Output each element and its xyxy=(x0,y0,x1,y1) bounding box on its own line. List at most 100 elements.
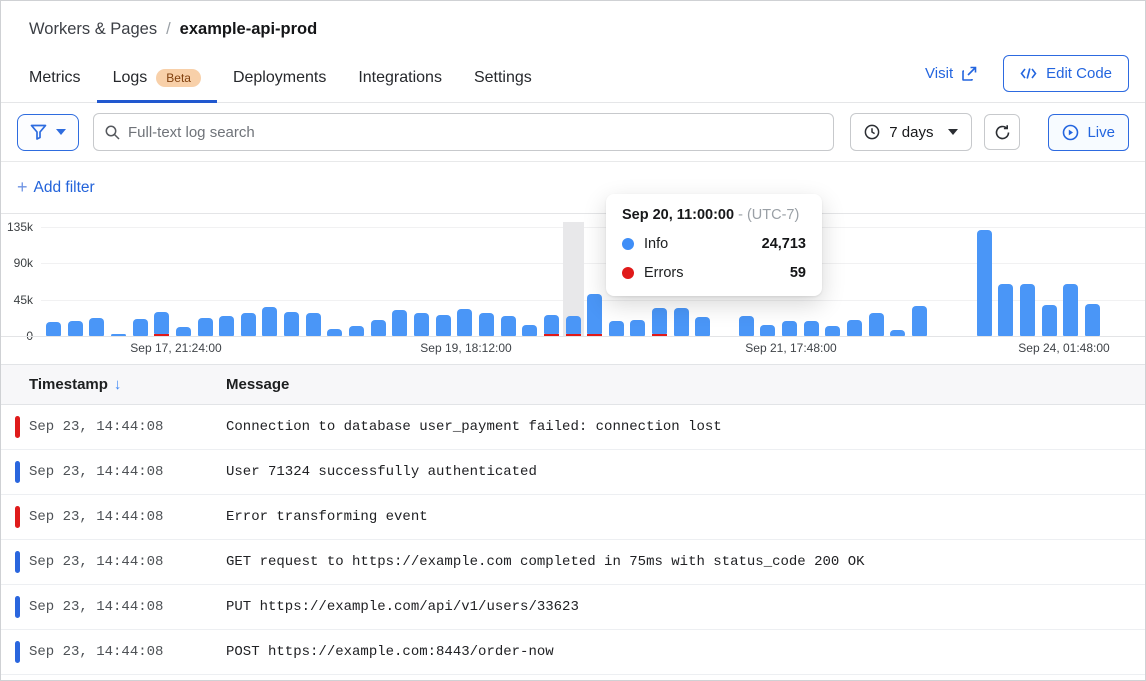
legend-dot-icon xyxy=(622,238,634,250)
chart-bar[interactable] xyxy=(371,320,386,336)
chart-bar[interactable] xyxy=(804,321,819,336)
edit-code-button[interactable]: Edit Code xyxy=(1003,55,1129,92)
breadcrumb-separator: / xyxy=(166,20,171,38)
chart-bar[interactable] xyxy=(587,294,602,336)
bar-info-segment xyxy=(1063,284,1078,336)
chart-bar[interactable] xyxy=(609,321,624,336)
chart-bar[interactable] xyxy=(501,316,516,336)
tab-settings[interactable]: Settings xyxy=(458,55,548,102)
chart-bar[interactable] xyxy=(68,321,83,336)
legend-dot-icon xyxy=(622,267,634,279)
search-input[interactable] xyxy=(128,124,822,141)
chart-bar[interactable] xyxy=(1063,284,1078,336)
chart-bar[interactable] xyxy=(306,313,321,336)
chart-bar[interactable] xyxy=(219,316,234,336)
tabs: MetricsLogsBetaDeploymentsIntegrations Se… xyxy=(13,55,548,102)
log-level-indicator-error xyxy=(15,416,20,438)
visit-link[interactable]: Visit xyxy=(925,65,977,82)
bar-info-segment xyxy=(609,321,624,336)
add-filter-button[interactable]: + Add filter xyxy=(17,177,95,198)
chart-bar[interactable] xyxy=(349,326,364,336)
chart-bar[interactable] xyxy=(977,230,992,336)
add-filter-label: Add filter xyxy=(34,179,95,197)
tab-deployments[interactable]: Deployments xyxy=(217,55,342,102)
filter-dropdown-button[interactable] xyxy=(17,114,79,151)
refresh-icon xyxy=(994,124,1011,141)
chart-bar[interactable] xyxy=(890,330,905,336)
chart-bar[interactable] xyxy=(912,306,927,336)
time-range-dropdown[interactable]: 7 days xyxy=(850,113,972,151)
log-message: User 71324 successfully authenticated xyxy=(226,464,537,480)
chart-bar[interactable] xyxy=(630,320,645,336)
chart-bar[interactable] xyxy=(89,318,104,336)
visit-label: Visit xyxy=(925,65,953,82)
bar-info-segment xyxy=(133,319,148,336)
chart-bar[interactable] xyxy=(133,319,148,336)
bar-info-segment xyxy=(46,322,61,336)
chart-bar[interactable] xyxy=(46,322,61,336)
chart-bar[interactable] xyxy=(782,321,797,336)
chart-bar[interactable] xyxy=(1042,305,1057,336)
log-timestamp: Sep 23, 14:44:08 xyxy=(29,554,163,570)
chart-bar[interactable] xyxy=(652,308,667,336)
chart-bar[interactable] xyxy=(674,308,689,336)
tooltip-series-label: Info xyxy=(644,236,668,252)
log-row[interactable]: Sep 23, 14:44:08PUT https://example.com/… xyxy=(1,585,1145,630)
chart-bar[interactable] xyxy=(154,312,169,336)
chart-bar[interactable] xyxy=(392,310,407,336)
chart-bar[interactable] xyxy=(695,317,710,336)
chart-bar[interactable] xyxy=(198,318,213,336)
chart-bar[interactable] xyxy=(825,326,840,336)
bar-info-segment xyxy=(89,318,104,336)
chart-bar[interactable] xyxy=(1020,284,1035,336)
tab-label: Settings xyxy=(474,69,532,87)
log-level-indicator-info xyxy=(15,596,20,618)
chart-bar[interactable] xyxy=(414,313,429,336)
live-button[interactable]: Live xyxy=(1048,114,1129,151)
column-header-timestamp[interactable]: Timestamp ↓ xyxy=(29,376,226,393)
chart-bar[interactable] xyxy=(522,325,537,336)
chart-bar[interactable] xyxy=(111,334,126,336)
chart-bar[interactable] xyxy=(739,316,754,336)
log-timestamp: Sep 23, 14:44:08 xyxy=(29,464,163,480)
bar-info-segment xyxy=(457,309,472,336)
log-row[interactable]: Sep 23, 14:44:08POST https://example.com… xyxy=(1,630,1145,675)
bar-errors-segment xyxy=(566,334,581,336)
tab-metrics[interactable]: Metrics xyxy=(13,55,97,102)
breadcrumb-section[interactable]: Workers & Pages xyxy=(29,20,157,38)
tab-integrations[interactable]: Integrations xyxy=(342,55,458,102)
chart-bar[interactable] xyxy=(327,329,342,336)
chart-bar[interactable] xyxy=(998,284,1013,336)
chart-bar[interactable] xyxy=(1085,304,1100,336)
chart-bar[interactable] xyxy=(176,327,191,336)
bar-info-segment xyxy=(219,316,234,336)
log-row[interactable]: Sep 23, 14:44:08Error transforming event xyxy=(1,495,1145,540)
chart-bar[interactable] xyxy=(847,320,862,336)
live-label: Live xyxy=(1087,124,1115,141)
chevron-down-icon xyxy=(56,129,66,135)
bar-info-segment xyxy=(825,326,840,336)
time-range-label: 7 days xyxy=(889,124,933,141)
log-row[interactable]: Sep 23, 14:44:08Connection to database u… xyxy=(1,405,1145,450)
chart-bar[interactable] xyxy=(544,315,559,336)
bar-info-segment xyxy=(890,330,905,336)
tab-logs[interactable]: LogsBeta xyxy=(97,55,217,102)
refresh-button[interactable] xyxy=(984,114,1020,150)
chart-bar[interactable] xyxy=(760,325,775,336)
log-message: Connection to database user_payment fail… xyxy=(226,419,722,435)
chart-bar[interactable] xyxy=(479,313,494,336)
log-row[interactable]: Sep 23, 14:44:08GET request to https://e… xyxy=(1,540,1145,585)
clock-icon xyxy=(864,124,880,140)
play-circle-icon xyxy=(1062,124,1079,141)
bar-info-segment xyxy=(912,306,927,336)
chart-bar[interactable] xyxy=(284,312,299,336)
bar-info-segment xyxy=(804,321,819,336)
chart-bar[interactable] xyxy=(241,313,256,336)
chart-bar[interactable] xyxy=(262,307,277,336)
chart-bar[interactable] xyxy=(436,315,451,336)
chart-bar[interactable] xyxy=(566,316,581,336)
log-row[interactable]: Sep 23, 14:44:08 User 71324 successfully … xyxy=(1,450,1145,495)
bar-info-segment xyxy=(154,312,169,334)
chart-bar[interactable] xyxy=(869,313,884,336)
chart-bar[interactable] xyxy=(457,309,472,336)
